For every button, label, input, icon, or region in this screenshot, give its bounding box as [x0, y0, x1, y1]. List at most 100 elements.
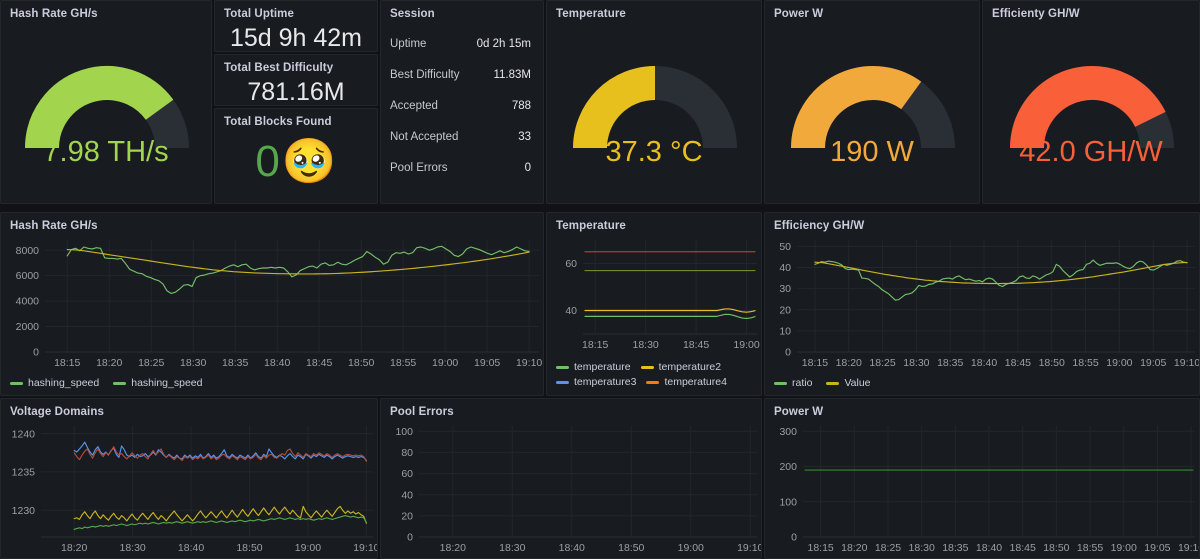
table-row: Accepted 788	[381, 90, 543, 121]
svg-text:18:35: 18:35	[222, 357, 248, 369]
legend-item[interactable]: Value	[826, 377, 870, 389]
svg-text:18:20: 18:20	[836, 357, 862, 369]
legend-label: ratio	[792, 377, 812, 389]
panel-pool-errors-timeseries[interactable]: Pool Errors 02040608010018:2018:3018:401…	[380, 398, 762, 559]
panel-title: Efficienty GH/W	[983, 1, 1199, 20]
pleading-face-emoji: 🥹	[282, 140, 337, 184]
chart-canvas: 12301235124018:2018:3018:4018:5019:0019:…	[1, 418, 378, 557]
panel-power-gauge[interactable]: Power W 190 W	[764, 0, 980, 204]
svg-text:19:05: 19:05	[474, 357, 500, 369]
legend-swatch	[10, 382, 23, 385]
svg-text:19:10: 19:10	[737, 542, 762, 554]
panel-hash-rate-gauge[interactable]: Hash Rate GH/s 7.98 TH/s	[0, 0, 212, 204]
chart-canvas: 406018:1518:3018:4519:00	[547, 232, 762, 354]
panel-title: Power W	[765, 399, 1199, 418]
svg-text:18:50: 18:50	[348, 357, 374, 369]
stat-value-total-uptime: 15d 9h 42m	[215, 26, 377, 51]
stat-value-total-blocks-found: 0	[255, 140, 279, 184]
session-table: Uptime 0d 2h 15m Best Difficulty 11.83M …	[381, 28, 543, 183]
svg-text:19:00: 19:00	[295, 542, 321, 554]
panel-title: Hash Rate GH/s	[1, 1, 211, 20]
legend-swatch	[556, 381, 569, 384]
svg-text:19:00: 19:00	[1106, 357, 1132, 369]
svg-text:100: 100	[779, 496, 797, 508]
panel-temperature-gauge[interactable]: Temperature 37.3 °C	[546, 0, 762, 204]
svg-text:18:15: 18:15	[54, 357, 80, 369]
legend-label: temperature4	[664, 376, 726, 388]
svg-text:50: 50	[779, 241, 791, 253]
svg-text:18:20: 18:20	[61, 542, 87, 554]
panel-total-uptime[interactable]: Total Uptime 15d 9h 42m	[214, 0, 378, 52]
panel-power-timeseries[interactable]: Power W 010020030018:1518:2018:2518:3018…	[764, 398, 1200, 559]
session-label-accepted: Accepted	[390, 100, 438, 112]
chart-legend: ratio Value	[774, 377, 871, 389]
legend-item[interactable]: temperature2	[641, 361, 721, 373]
legend-item[interactable]: temperature	[556, 361, 631, 373]
svg-text:18:45: 18:45	[306, 357, 332, 369]
svg-text:0: 0	[33, 347, 39, 359]
svg-text:18:55: 18:55	[390, 357, 416, 369]
legend-item[interactable]: ratio	[774, 377, 812, 389]
legend-item[interactable]: temperature3	[556, 376, 636, 388]
svg-text:18:30: 18:30	[909, 542, 935, 554]
svg-text:18:30: 18:30	[119, 542, 145, 554]
svg-text:19:00: 19:00	[678, 542, 704, 554]
svg-text:200: 200	[779, 461, 797, 473]
svg-text:19:10: 19:10	[516, 357, 542, 369]
panel-title: Total Best Difficulty	[215, 55, 377, 74]
panel-total-best-difficulty[interactable]: Total Best Difficulty 781.16M	[214, 54, 378, 106]
chart-canvas: 0200040006000800018:1518:2018:2518:3018:…	[1, 232, 544, 372]
panel-total-blocks-found[interactable]: Total Blocks Found 0 🥹	[214, 108, 378, 204]
svg-text:18:40: 18:40	[264, 357, 290, 369]
gauge-arc-efficiency	[983, 20, 1200, 202]
svg-text:18:30: 18:30	[180, 357, 206, 369]
chart-power: 010020030018:1518:2018:2518:3018:3518:40…	[765, 418, 1199, 555]
panel-title: Total Blocks Found	[215, 109, 377, 128]
stat-value-total-best-difficulty: 781.16M	[215, 80, 377, 105]
session-value-accepted: 788	[512, 100, 531, 112]
svg-text:19:00: 19:00	[1111, 542, 1137, 554]
session-value-not-accepted: 33	[518, 131, 531, 143]
legend-item[interactable]: hashing_speed	[10, 377, 99, 389]
svg-text:1240: 1240	[12, 428, 36, 440]
svg-text:18:50: 18:50	[236, 542, 262, 554]
panel-temperature-timeseries[interactable]: Temperature 406018:1518:3018:4519:00 tem…	[546, 212, 762, 396]
panel-efficiency-gauge[interactable]: Efficienty GH/W 42.0 GH/W	[982, 0, 1200, 204]
svg-text:2000: 2000	[16, 321, 40, 333]
svg-text:100: 100	[395, 426, 413, 438]
panel-hash-rate-timeseries[interactable]: Hash Rate GH/s 0200040006000800018:1518:…	[0, 212, 544, 396]
svg-text:18:25: 18:25	[138, 357, 164, 369]
svg-text:18:15: 18:15	[582, 339, 608, 351]
svg-text:18:30: 18:30	[499, 542, 525, 554]
legend-label: temperature	[574, 361, 631, 373]
legend-swatch	[646, 381, 659, 384]
svg-text:4000: 4000	[16, 296, 40, 308]
chart-legend: temperature temperature2 temperature3 tempe…	[556, 361, 756, 388]
gauge-arc-power	[765, 20, 980, 202]
svg-text:18:25: 18:25	[869, 357, 895, 369]
svg-text:80: 80	[401, 447, 413, 459]
legend-label: hashing_speed	[131, 377, 202, 389]
session-label-not-accepted: Not Accepted	[390, 131, 458, 143]
chart-efficiency: 0102030405018:1518:2018:2518:3018:3518:4…	[765, 232, 1199, 392]
svg-text:18:40: 18:40	[976, 542, 1002, 554]
legend-swatch	[826, 382, 839, 385]
gauge-power: 190 W	[765, 20, 979, 200]
chart-canvas: 02040608010018:2018:3018:4018:5019:0019:…	[381, 418, 762, 557]
svg-text:18:45: 18:45	[683, 339, 709, 351]
legend-item[interactable]: temperature4	[646, 376, 726, 388]
panel-voltage-domains-timeseries[interactable]: Voltage Domains 12301235124018:2018:3018…	[0, 398, 378, 559]
svg-text:19:05: 19:05	[1140, 357, 1166, 369]
session-label-best-difficulty: Best Difficulty	[390, 69, 459, 81]
chart-legend: hashing_speed hashing_speed	[10, 377, 202, 389]
svg-text:18:20: 18:20	[96, 357, 122, 369]
svg-text:1235: 1235	[12, 467, 36, 479]
panel-efficiency-timeseries[interactable]: Efficiency GH/W 0102030405018:1518:2018:…	[764, 212, 1200, 396]
legend-swatch	[556, 366, 569, 369]
panel-title: Temperature	[547, 1, 761, 20]
gauge-value-efficiency: 42.0 GH/W	[983, 138, 1199, 167]
panel-title: Voltage Domains	[1, 399, 377, 418]
legend-item[interactable]: hashing_speed	[113, 377, 202, 389]
svg-text:0: 0	[791, 532, 797, 544]
panel-session[interactable]: Session Uptime 0d 2h 15m Best Difficulty…	[380, 0, 544, 204]
